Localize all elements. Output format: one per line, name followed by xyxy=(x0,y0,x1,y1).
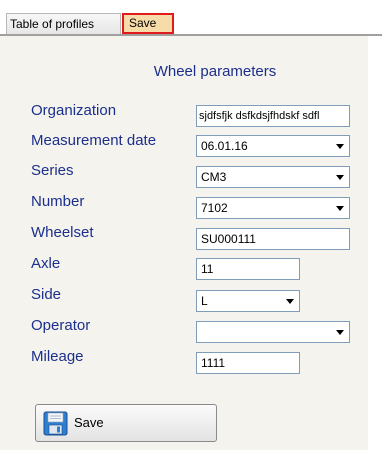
operator-label: Operator xyxy=(31,317,91,334)
measurement-date-dropdown[interactable]: 06.01.16 xyxy=(196,135,350,157)
wheelset-field[interactable]: SU000111 xyxy=(196,228,350,250)
save-button[interactable]: Save xyxy=(35,404,217,442)
chevron-down-icon[interactable] xyxy=(286,299,294,304)
section-title: Wheel parameters xyxy=(153,63,277,80)
axle-field[interactable]: 11 xyxy=(196,258,300,280)
side-value: L xyxy=(201,294,208,308)
series-dropdown[interactable]: CM3 xyxy=(196,166,350,188)
operator-dropdown[interactable] xyxy=(196,321,350,343)
wheel-parameters-panel: Wheel parameters Organization sjdfsfjk d… xyxy=(0,36,368,450)
wheelset-label: Wheelset xyxy=(31,224,94,241)
side-label: Side xyxy=(31,286,62,303)
organization-label: Organization xyxy=(31,102,117,119)
mileage-label: Mileage xyxy=(31,348,84,365)
chevron-down-icon[interactable] xyxy=(336,175,344,180)
organization-field[interactable]: sjdfsfjk dsfkdsjfhdskf sdfl xyxy=(196,105,350,127)
side-dropdown[interactable]: L xyxy=(196,290,300,312)
number-value: 7102 xyxy=(201,201,228,215)
mileage-field[interactable]: 1111 xyxy=(196,352,300,374)
tab-bar: Table of profiles Save xyxy=(0,0,382,36)
chevron-down-icon[interactable] xyxy=(336,330,344,335)
chevron-down-icon[interactable] xyxy=(336,144,344,149)
number-label: Number xyxy=(31,193,85,210)
floppy-disk-icon xyxy=(43,411,68,436)
save-button-label: Save xyxy=(74,415,104,430)
series-label: Series xyxy=(31,162,74,179)
number-dropdown[interactable]: 7102 xyxy=(196,197,350,219)
tab-table-of-profiles[interactable]: Table of profiles xyxy=(6,13,121,34)
series-value: CM3 xyxy=(201,170,227,184)
measurement-date-value: 06.01.16 xyxy=(201,139,248,153)
chevron-down-icon[interactable] xyxy=(336,206,344,211)
axle-label: Axle xyxy=(31,255,61,272)
measurement-date-label: Measurement date xyxy=(31,132,157,149)
tab-save[interactable]: Save xyxy=(122,13,174,34)
